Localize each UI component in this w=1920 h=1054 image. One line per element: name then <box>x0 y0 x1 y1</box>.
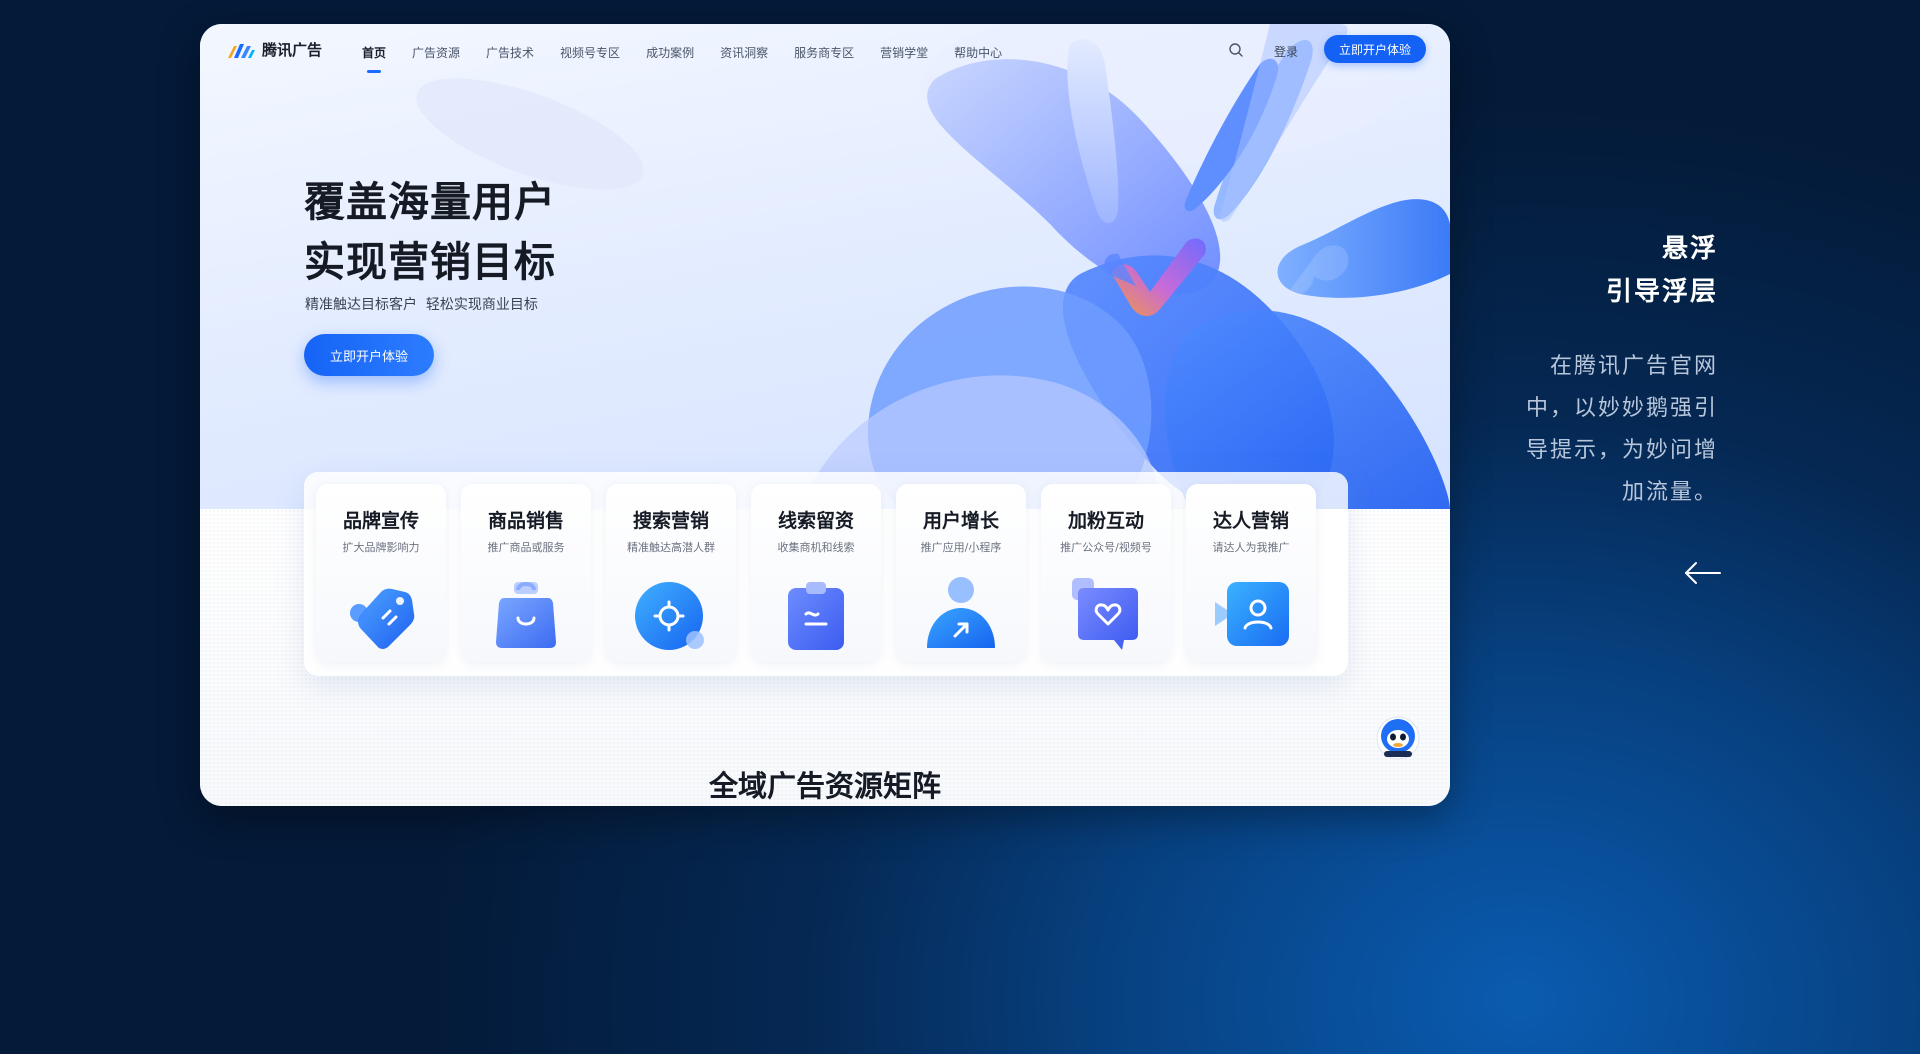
feature-description: 推广商品或服务 <box>487 541 565 554</box>
tencent-ads-logo-icon <box>228 43 255 58</box>
annotation-title-line-2: 引导浮层 <box>1605 277 1718 307</box>
nav-item-success-cases[interactable]: 成功案例 <box>646 44 694 61</box>
feature-description: 收集商机和线索 <box>777 541 855 554</box>
feature-description: 扩大品牌影响力 <box>342 541 420 554</box>
feature-card-lead-collection[interactable]: 线索留资 收集商机和线索 <box>751 484 881 662</box>
nav-item-home[interactable]: 首页 <box>362 44 386 61</box>
annotation-line: 中，以妙妙鹅强引 <box>1525 396 1718 421</box>
feature-title: 品牌宣传 <box>342 510 419 532</box>
feature-title: 线索留资 <box>777 510 854 532</box>
nav-item-ad-resources[interactable]: 广告资源 <box>412 44 460 61</box>
annotation-line: 加流量。 <box>1621 480 1718 505</box>
feature-card-creator-marketing[interactable]: 达人营销 请达人为我推广 <box>1186 484 1316 662</box>
annotation-title: 悬浮 引导浮层 <box>1606 228 1718 314</box>
hero-title-line-2: 实现营销目标 <box>304 238 556 286</box>
tag-icon <box>350 588 415 649</box>
feature-card-fan-engagement[interactable]: 加粉互动 推广公众号/视频号 <box>1041 484 1171 662</box>
feature-title: 加粉互动 <box>1067 510 1144 532</box>
marketing-goals-panel: 品牌宣传 扩大品牌影响力 商品销售 推广商品或服务 搜索营销 精准触达高潜人群 … <box>304 472 1348 676</box>
feature-description: 请达人为我推广 <box>1212 541 1290 554</box>
feature-card-search-marketing[interactable]: 搜索营销 精准触达高潜人群 <box>606 484 736 662</box>
arrow-left-icon[interactable] <box>1682 558 1722 588</box>
section-title: 全域广告资源矩阵 <box>708 769 941 803</box>
annotation-description: 在腾讯广告官网 中，以妙妙鹅强引 导提示，为妙问增 加流量。 <box>1526 346 1718 514</box>
nav-item-marketing-academy[interactable]: 营销学堂 <box>880 44 928 61</box>
feature-card-user-growth[interactable]: 用户增长 推广应用/小程序 <box>896 484 1026 662</box>
clipboard-icon <box>788 582 844 650</box>
hero-title: 覆盖海量用户 实现营销目标 <box>304 172 556 292</box>
brand-name: 腾讯广告 <box>262 41 323 59</box>
feature-card-product-sales[interactable]: 商品销售 推广商品或服务 <box>461 484 591 662</box>
shopping-bag-icon <box>496 582 556 648</box>
hero-subtitle: 精准触达目标客户 轻松实现商业目标 <box>305 297 538 313</box>
feature-title: 商品销售 <box>487 510 564 532</box>
nav-item-insights[interactable]: 资讯洞察 <box>720 44 768 61</box>
feature-title: 用户增长 <box>922 510 999 532</box>
feature-card-brand-promotion[interactable]: 品牌宣传 扩大品牌影响力 <box>316 484 446 662</box>
website-preview-card: 腾讯广告 首页 广告资源 广告技术 视频号专区 成功案例 资讯洞察 服务商专区 … <box>200 24 1450 806</box>
nav-item-ad-technology[interactable]: 广告技术 <box>486 44 534 61</box>
login-link[interactable]: 登录 <box>1274 43 1298 60</box>
feature-description: 推广应用/小程序 <box>920 541 1002 554</box>
hero-open-account-button[interactable]: 立即开户体验 <box>304 334 434 376</box>
target-search-icon <box>635 582 704 650</box>
feature-title: 搜索营销 <box>632 510 709 532</box>
nav-item-channels-zone[interactable]: 视频号专区 <box>560 44 620 61</box>
nav-item-service-providers[interactable]: 服务商专区 <box>794 44 854 61</box>
user-growth-icon <box>927 577 995 648</box>
search-icon[interactable] <box>1226 40 1246 60</box>
hero-title-line-1: 覆盖海量用户 <box>304 178 556 226</box>
nav-menu: 首页 广告资源 广告技术 视频号专区 成功案例 资讯洞察 服务商专区 营销学堂 … <box>362 24 1028 80</box>
heart-chat-icon <box>1072 578 1138 650</box>
annotation-line: 在腾讯广告官网 <box>1549 354 1718 379</box>
annotation-title-line-1: 悬浮 <box>1661 234 1718 264</box>
creator-icon <box>1215 582 1289 646</box>
nav-item-help-center[interactable]: 帮助中心 <box>954 44 1002 61</box>
annotation-line: 导提示，为妙问增 <box>1525 438 1718 463</box>
brand-logo[interactable]: 腾讯广告 <box>226 39 322 60</box>
top-navigation: 腾讯广告 首页 广告资源 广告技术 视频号专区 成功案例 资讯洞察 服务商专区 … <box>200 24 1450 80</box>
feature-description: 推广公众号/视频号 <box>1060 541 1152 554</box>
penguin-assistant-icon[interactable] <box>1376 716 1420 760</box>
open-account-button[interactable]: 立即开户体验 <box>1324 35 1426 63</box>
feature-description: 精准触达高潜人群 <box>627 541 715 554</box>
feature-title: 达人营销 <box>1212 510 1289 532</box>
